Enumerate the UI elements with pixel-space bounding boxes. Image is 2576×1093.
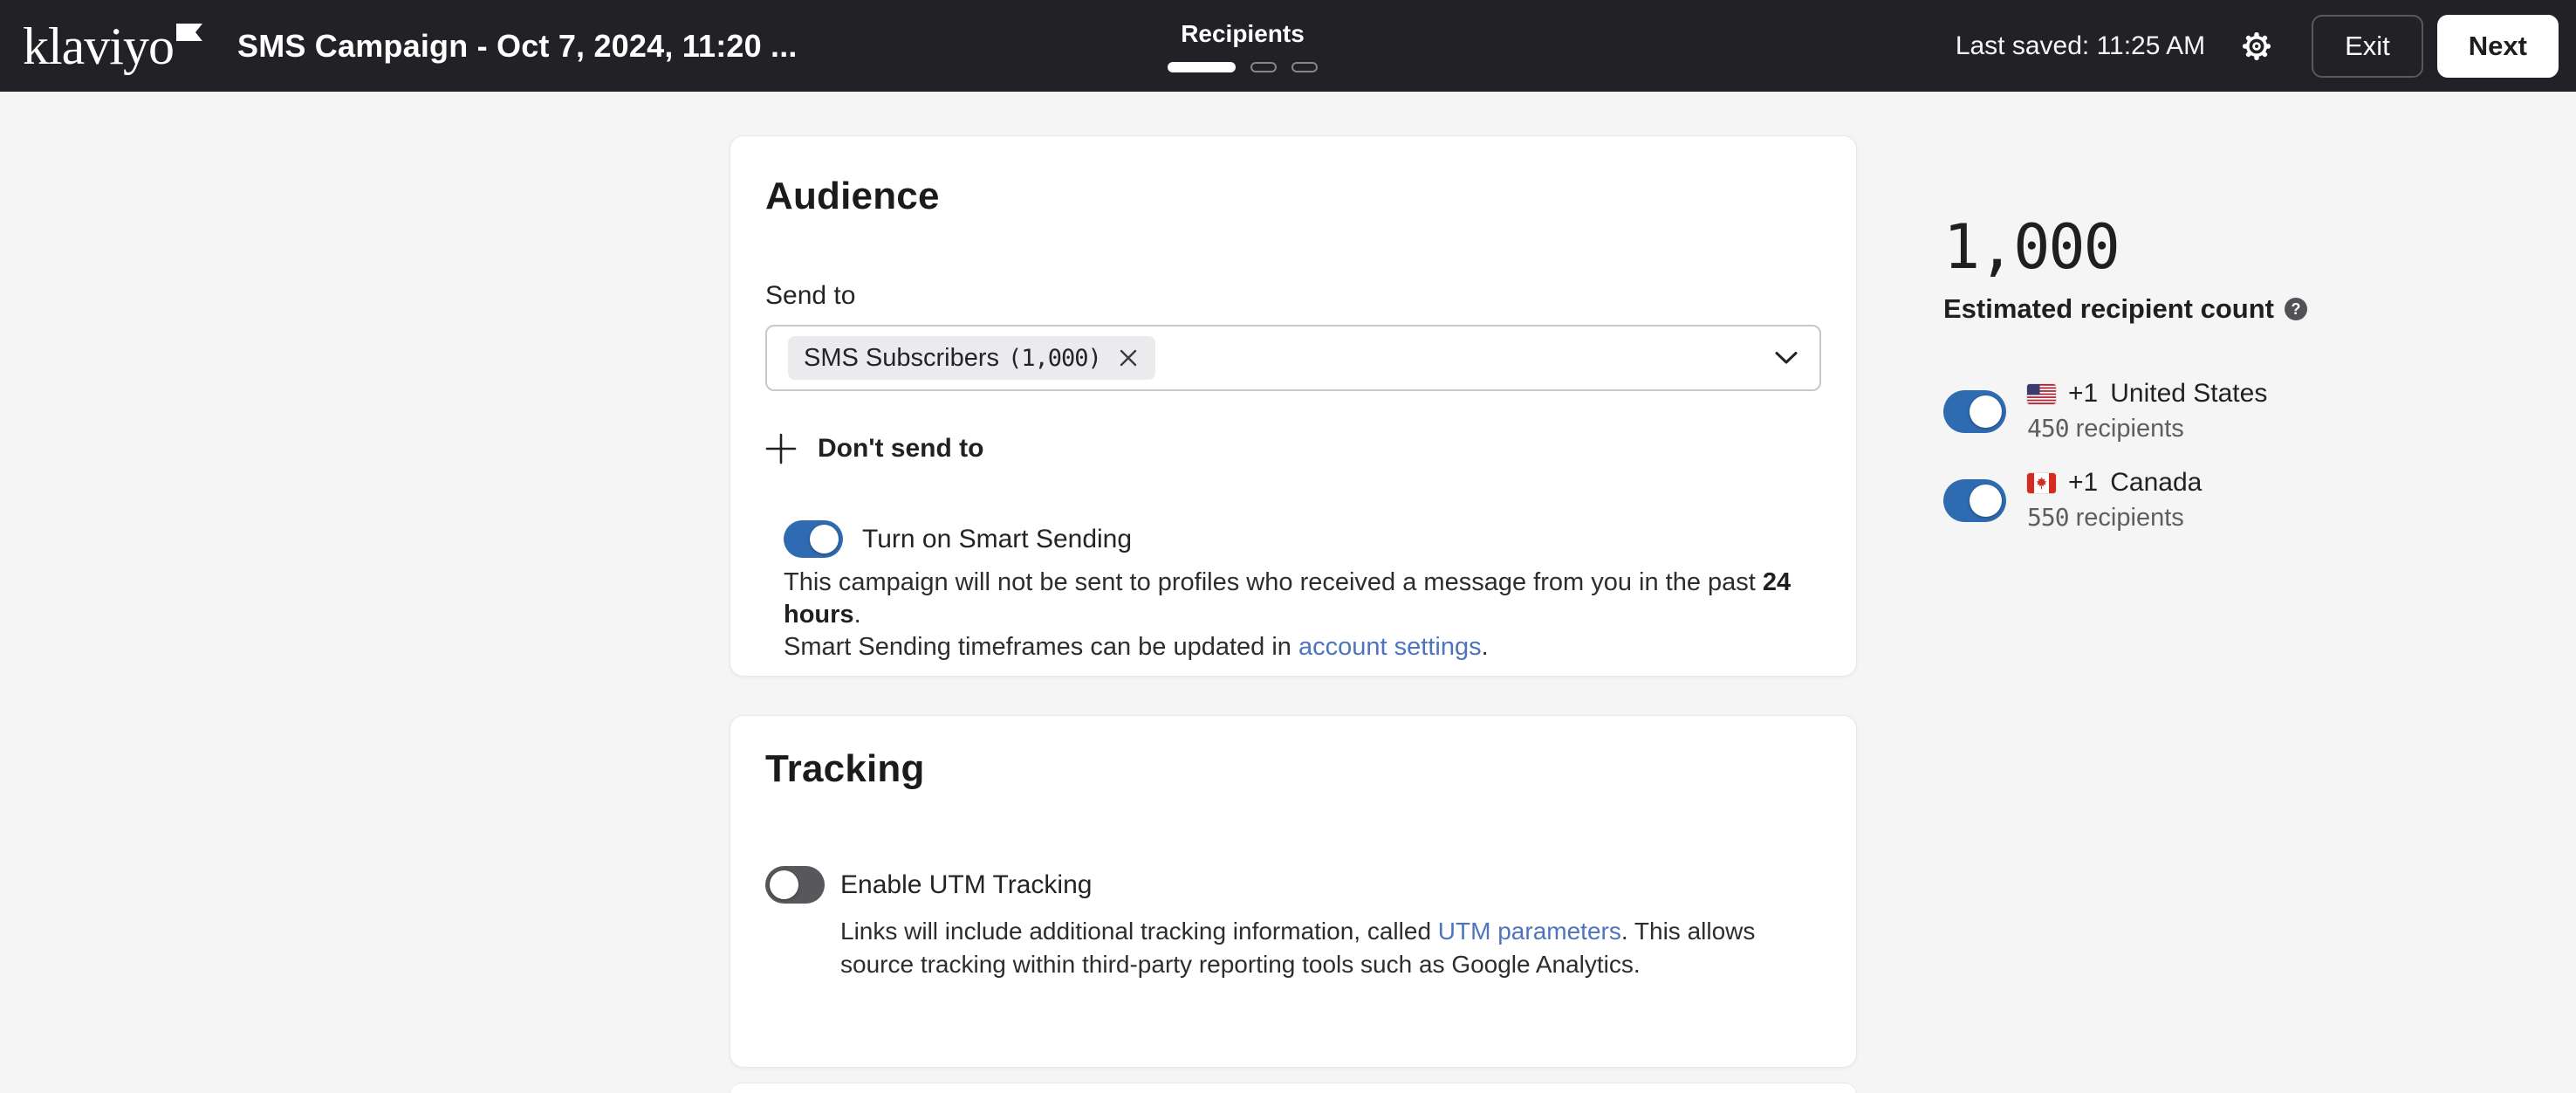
desc-text: . — [1482, 633, 1489, 661]
smart-sending-label: Turn on Smart Sending — [862, 525, 1132, 554]
utm-tracking-toggle[interactable] — [765, 866, 825, 904]
step-pill-3 — [1291, 62, 1318, 72]
dont-send-to-button[interactable]: Don't send to — [765, 433, 983, 464]
account-settings-link[interactable]: account settings — [1298, 633, 1482, 661]
toggle-knob — [1970, 485, 2002, 517]
step-label: Recipients — [1181, 20, 1305, 48]
country-row-canada: +1 Canada 550 recipients — [1943, 468, 2484, 533]
segment-chip[interactable]: SMS Subscribers (1,000) — [788, 336, 1155, 380]
remove-segment-icon[interactable] — [1117, 347, 1140, 369]
recipient-summary: 1,000 Estimated recipient count ? — [1943, 217, 2484, 533]
country-code: +1 — [2068, 468, 2098, 498]
klaviyo-logo[interactable]: klaviyo — [23, 11, 202, 81]
audience-heading: Audience — [765, 136, 1821, 218]
recipient-number: 550 — [2027, 503, 2069, 532]
estimated-count-label-row: Estimated recipient count ? — [1943, 293, 2484, 325]
united-states-toggle[interactable] — [1943, 390, 2006, 433]
klaviyo-wordmark: klaviyo — [23, 11, 174, 81]
country-name: United States — [2110, 379, 2267, 409]
exit-button[interactable]: Exit — [2312, 15, 2423, 78]
utm-tracking-row: Enable UTM Tracking Links will include a… — [765, 866, 1821, 981]
smart-sending-description-line2: Smart Sending timeframes can be updated … — [784, 631, 1796, 663]
country-name: Canada — [2110, 468, 2202, 498]
estimated-recipient-count: 1,000 — [1943, 217, 2484, 278]
gear-icon — [2238, 28, 2275, 65]
settings-gear-icon[interactable] — [2235, 24, 2278, 68]
send-to-select[interactable]: SMS Subscribers (1,000) — [765, 325, 1821, 391]
country-code: +1 — [2068, 379, 2098, 409]
help-icon[interactable]: ? — [2285, 298, 2307, 320]
klaviyo-flag-icon — [176, 24, 202, 43]
toggle-knob — [770, 870, 798, 899]
canada-toggle[interactable] — [1943, 479, 2006, 522]
country-row-united-states: +1 United States 450 recipients — [1943, 379, 2484, 443]
tracking-card: Tracking Enable UTM Tracking Links will … — [730, 715, 1857, 1068]
smart-sending-row: Turn on Smart Sending — [784, 520, 1821, 558]
send-to-label: Send to — [765, 281, 1821, 311]
dont-send-to-label: Don't send to — [818, 434, 983, 464]
recipient-number: 450 — [2027, 414, 2069, 443]
segment-chip-name: SMS Subscribers — [804, 344, 999, 373]
audience-card: Audience Send to SMS Subscribers (1,000) — [730, 135, 1857, 677]
recipient-word: recipients — [2076, 415, 2184, 443]
plus-icon — [765, 433, 797, 464]
step-progress-pills — [1168, 62, 1318, 72]
canada-flag-icon — [2027, 473, 2056, 493]
top-bar-actions: Last saved: 11:25 AM — [1956, 0, 2559, 92]
utm-tracking-description: Links will include additional tracking i… — [840, 915, 1821, 981]
step-pill-current — [1168, 62, 1236, 72]
country-recipients: 450 recipients — [2027, 414, 2267, 443]
desc-text: Links will include additional tracking i… — [840, 918, 1438, 945]
toggle-knob — [810, 525, 839, 553]
country-info: +1 Canada 550 recipients — [2027, 468, 2202, 533]
smart-sending-toggle[interactable] — [784, 520, 843, 558]
campaign-title: SMS Campaign - Oct 7, 2024, 11:20 ... — [237, 28, 798, 65]
last-saved-text: Last saved: 11:25 AM — [1956, 31, 2205, 61]
next-button[interactable]: Next — [2437, 15, 2559, 78]
sms-campaign-editor: klaviyo SMS Campaign - Oct 7, 2024, 11:2… — [0, 0, 2576, 1093]
top-bar: klaviyo SMS Campaign - Oct 7, 2024, 11:2… — [0, 0, 2576, 92]
country-recipients: 550 recipients — [2027, 503, 2202, 533]
utm-text-block: Enable UTM Tracking Links will include a… — [840, 866, 1821, 981]
us-flag-icon — [2027, 384, 2056, 404]
estimated-count-label: Estimated recipient count — [1943, 293, 2274, 325]
country-info: +1 United States 450 recipients — [2027, 379, 2267, 443]
step-pill-2 — [1250, 62, 1277, 72]
desc-text: This campaign will not be sent to profil… — [784, 568, 1763, 596]
chevron-down-icon[interactable] — [1774, 350, 1798, 366]
next-card-peek — [730, 1083, 1857, 1093]
desc-text: . — [854, 601, 861, 629]
segment-chip-count: (1,000) — [1008, 345, 1101, 372]
recipient-word: recipients — [2076, 504, 2184, 532]
utm-parameters-link[interactable]: UTM parameters — [1438, 918, 1621, 945]
utm-tracking-label: Enable UTM Tracking — [840, 866, 1821, 904]
toggle-knob — [1970, 395, 2002, 428]
stepper: Recipients — [1168, 0, 1318, 92]
smart-sending-description-line1: This campaign will not be sent to profil… — [784, 567, 1796, 631]
tracking-heading: Tracking — [765, 716, 1821, 791]
desc-text: Smart Sending timeframes can be updated … — [784, 633, 1298, 661]
smart-sending-description: This campaign will not be sent to profil… — [784, 567, 1796, 663]
